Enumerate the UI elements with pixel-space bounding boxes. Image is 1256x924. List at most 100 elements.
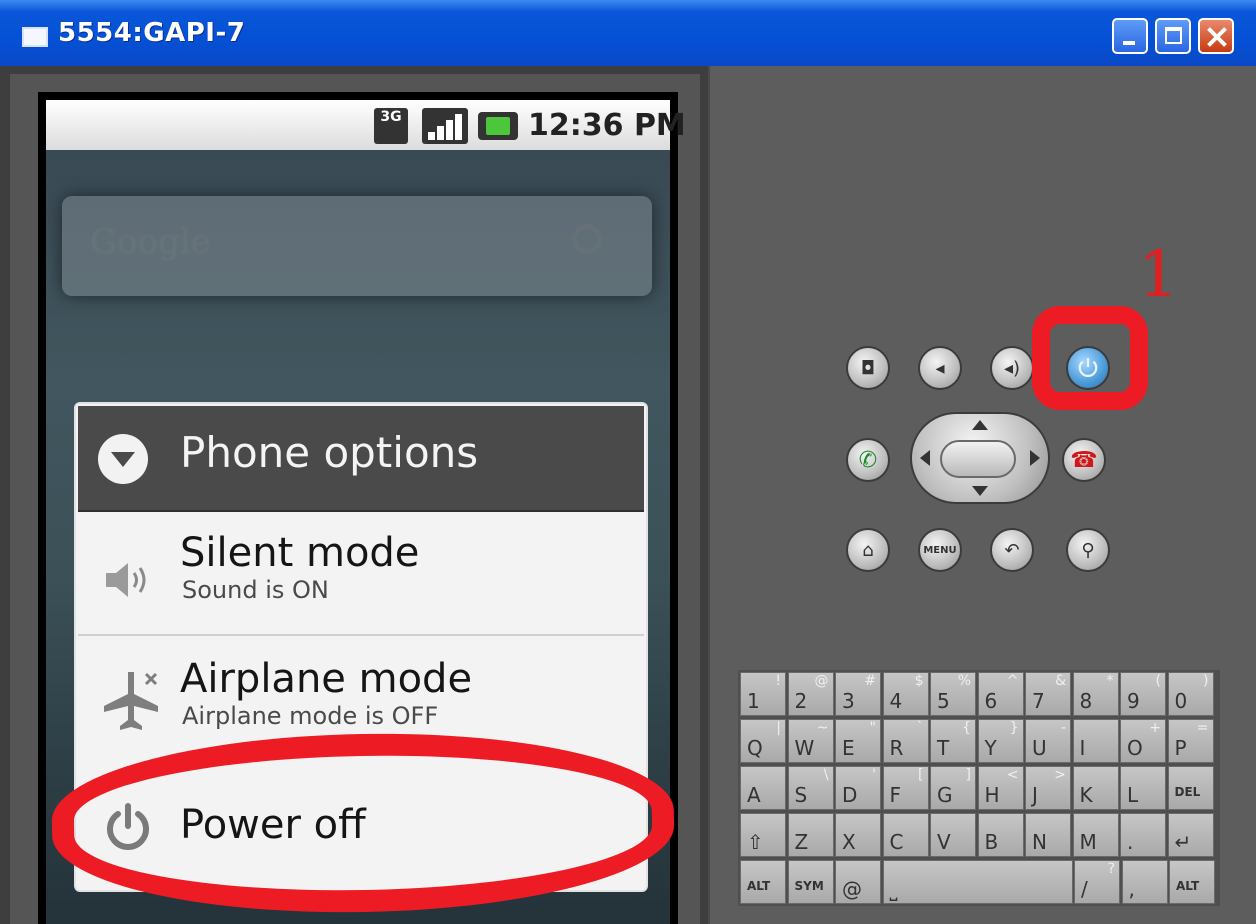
status-time: 12:36 PM — [528, 108, 686, 143]
end-call-button[interactable]: ☎ — [1062, 438, 1106, 482]
key-i[interactable]: I — [1072, 719, 1119, 763]
key-label: I — [1079, 736, 1086, 760]
key-5[interactable]: 5% — [930, 672, 976, 716]
close-button[interactable] — [1198, 18, 1234, 54]
back-button[interactable]: ↶ — [990, 528, 1034, 572]
key-alt-label: @ — [814, 673, 829, 689]
key-sym[interactable]: SYM — [787, 860, 834, 904]
menu-button[interactable]: MENU — [918, 528, 962, 572]
call-button[interactable]: ✆ — [846, 438, 890, 482]
key-alt-label: - — [1060, 720, 1066, 736]
key-k[interactable]: K — [1072, 766, 1119, 810]
key-@[interactable]: @ — [835, 860, 881, 904]
key-w[interactable]: W ~ — [787, 719, 834, 763]
key-j[interactable]: J > — [1025, 766, 1071, 810]
key-3[interactable]: 3 # — [835, 672, 881, 716]
key-label: Z — [794, 830, 809, 854]
key-a[interactable]: A — [740, 766, 786, 810]
key-label: ALT — [747, 879, 771, 893]
key-r[interactable]: R ` — [882, 719, 929, 763]
key-1[interactable]: 1! — [740, 672, 786, 716]
key-v[interactable]: V — [930, 813, 976, 857]
key-alt[interactable]: ALT — [740, 860, 786, 904]
key-label: 6 — [984, 689, 998, 713]
airplane-mode-subtitle: Airplane mode is OFF — [182, 702, 439, 730]
volume-up-button[interactable]: ◂) — [990, 346, 1034, 390]
key-l[interactable]: L — [1120, 766, 1166, 810]
key-d[interactable]: D ' — [835, 766, 881, 810]
key-label: X — [842, 830, 856, 854]
key-p[interactable]: P = — [1167, 719, 1214, 763]
key-2[interactable]: 2 @ — [787, 672, 834, 716]
dpad-up-icon — [972, 420, 988, 430]
key-y[interactable]: Y} — [977, 719, 1024, 763]
key-4[interactable]: 4 $ — [882, 672, 929, 716]
key-h[interactable]: H < — [977, 766, 1024, 810]
key-z[interactable]: Z — [787, 813, 834, 857]
key-alt-label: < — [1006, 767, 1019, 783]
key-del[interactable]: DEL — [1167, 766, 1214, 810]
speaker-icon — [106, 563, 146, 597]
minimize-button[interactable] — [1112, 18, 1148, 54]
key-label: L — [1127, 783, 1139, 807]
key-b[interactable]: B — [977, 813, 1024, 857]
key-label: F — [889, 783, 902, 807]
key-label: O — [1127, 736, 1143, 760]
key-c[interactable]: C — [882, 813, 929, 857]
key-g[interactable]: G] — [930, 766, 976, 810]
camera-button[interactable]: ◘ — [846, 346, 890, 390]
key-s[interactable]: S \ — [787, 766, 834, 810]
key-9[interactable]: 9( — [1120, 672, 1166, 716]
key-label: N — [1032, 830, 1047, 854]
key-f[interactable]: F[ — [882, 766, 929, 810]
key-,[interactable]: , — [1121, 860, 1168, 904]
key-n[interactable]: N — [1025, 813, 1071, 857]
key-.[interactable]: . — [1120, 813, 1166, 857]
key-label: ⎵ — [889, 877, 898, 901]
key-label: 0 — [1174, 689, 1188, 713]
key-x[interactable]: X — [835, 813, 881, 857]
key-alt[interactable]: ALT — [1169, 860, 1215, 904]
key-6[interactable]: 6 ^ — [977, 672, 1024, 716]
key-alt-label: + — [1149, 720, 1161, 736]
search-button[interactable]: ⚲ — [1066, 528, 1110, 572]
key-label: ↵ — [1174, 830, 1192, 854]
key-label: 2 — [794, 689, 808, 713]
key-↵[interactable]: ↵ — [1167, 813, 1214, 857]
window-title: 5554:GAPI-7 — [58, 18, 246, 48]
key-label: 5 — [937, 689, 950, 713]
silent-mode-title: Silent mode — [180, 530, 420, 576]
maximize-button[interactable] — [1155, 18, 1191, 54]
volume-down-button[interactable]: ◂ — [918, 346, 962, 390]
key-label: P — [1174, 736, 1187, 760]
dpad-center-button[interactable] — [940, 440, 1016, 478]
key-space[interactable]: ⎵ — [882, 860, 1073, 904]
key-alt-label: | — [776, 720, 781, 736]
key-/[interactable]: /? — [1074, 860, 1120, 904]
key-alt-label: = — [1196, 720, 1209, 736]
key-label: @ — [842, 877, 862, 901]
key-alt-label: ~ — [816, 720, 829, 736]
key-⇧[interactable]: ⇧ — [740, 813, 786, 857]
key-u[interactable]: U- — [1025, 719, 1071, 763]
key-alt-label: > — [1054, 767, 1066, 783]
key-0[interactable]: 0) — [1167, 672, 1214, 716]
google-search-placeholder: Google — [90, 222, 211, 262]
home-button[interactable]: ⌂ — [846, 528, 890, 572]
key-label: Y — [984, 736, 997, 760]
key-label: 3 — [842, 689, 855, 713]
key-e[interactable]: E " — [835, 719, 881, 763]
key-7[interactable]: 7 & — [1025, 672, 1071, 716]
key-label: U — [1032, 736, 1047, 760]
key-q[interactable]: Q | — [740, 719, 786, 763]
key-alt-label: ? — [1107, 861, 1115, 877]
key-alt-label: ! — [775, 673, 781, 689]
menu-label: MENU — [923, 544, 957, 556]
key-label: 8 — [1079, 689, 1093, 713]
key-m[interactable]: M — [1072, 813, 1119, 857]
key-t[interactable]: T{ — [930, 719, 976, 763]
key-8[interactable]: 8 * — [1072, 672, 1119, 716]
key-o[interactable]: O + — [1120, 719, 1166, 763]
key-alt-label: ( — [1155, 673, 1161, 689]
key-alt-label: ] — [965, 767, 971, 783]
